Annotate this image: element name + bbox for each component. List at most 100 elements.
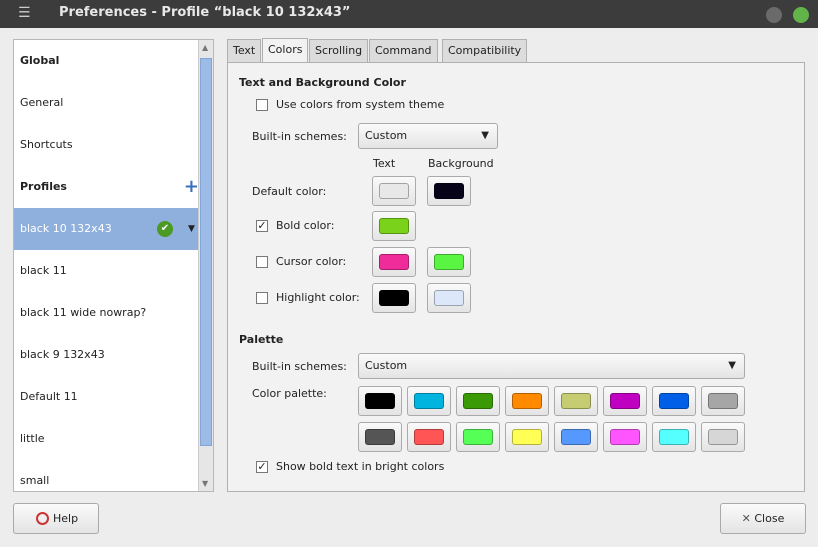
sidebar-item-label: black 10 132x43 <box>20 222 112 235</box>
add-profile-icon[interactable]: + <box>184 166 199 208</box>
sidebar-item[interactable]: small <box>14 460 199 502</box>
checkbox-label: Use colors from system theme <box>276 98 445 111</box>
scroll-down-icon[interactable]: ▼ <box>202 479 208 488</box>
select-value: Custom <box>365 359 408 372</box>
color-swatch <box>463 429 493 445</box>
color-swatch <box>512 393 542 409</box>
maximize-button[interactable] <box>793 7 809 23</box>
profile-menu-arrow-icon[interactable]: ▼ <box>188 208 195 250</box>
sidebar-item-label: small <box>20 474 50 487</box>
scrollbar-thumb[interactable] <box>200 58 212 446</box>
color-swatch <box>379 290 409 306</box>
label: Built-in schemes: <box>252 360 347 373</box>
cursor-color-checkbox[interactable] <box>256 256 268 268</box>
palette-color-button[interactable] <box>456 386 500 416</box>
tab-colors[interactable]: Colors <box>262 38 309 63</box>
bold-color-checkbox[interactable]: ✓ <box>256 220 268 232</box>
help-button[interactable]: Help <box>13 503 99 534</box>
dropdown-arrow-icon: ▼ <box>728 360 736 371</box>
minimize-button[interactable] <box>766 7 782 23</box>
sidebar-item-label: black 9 132x43 <box>20 348 105 361</box>
color-swatch <box>561 393 591 409</box>
tab-compatibility[interactable]: Compatibility <box>442 39 528 63</box>
sidebar-section-0: Global <box>14 40 199 82</box>
label: Color palette: <box>252 387 327 400</box>
color-swatch <box>379 218 409 234</box>
palette-color-button[interactable] <box>554 422 598 452</box>
sidebar-item[interactable]: Shortcuts <box>14 124 199 166</box>
color-swatch <box>561 429 591 445</box>
tab-scrolling[interactable]: Scrolling <box>309 39 369 63</box>
sidebar-item-label: Shortcuts <box>20 138 73 151</box>
tab-text[interactable]: Text <box>227 39 262 63</box>
bright-bold-checkbox[interactable]: ✓ <box>256 461 268 473</box>
sidebar-item-label: General <box>20 96 64 109</box>
palette-color-button[interactable] <box>407 422 451 452</box>
palette-color-button[interactable] <box>554 386 598 416</box>
palette-color-button[interactable] <box>603 386 647 416</box>
preferences-sidebar: Global General Shortcuts Profiles + black 10 … <box>13 39 214 492</box>
close-button[interactable]: ✕ Close <box>720 503 806 534</box>
tab-command[interactable]: Command <box>369 39 438 63</box>
palette-color-button[interactable] <box>358 386 402 416</box>
section-heading: Palette <box>239 333 284 346</box>
window-title: Preferences - Profile “black 10 132x43” <box>59 5 351 20</box>
cursor-bg-color-button[interactable] <box>427 247 471 277</box>
scroll-up-icon[interactable]: ▲ <box>202 43 208 52</box>
hamburger-menu-icon[interactable]: ☰ <box>18 5 31 21</box>
sidebar-item-label: Default 11 <box>20 390 78 403</box>
sidebar-item-label: black 11 wide nowrap? <box>20 306 147 319</box>
palette-color-button[interactable] <box>407 386 451 416</box>
use-system-colors-checkbox[interactable] <box>256 99 268 111</box>
highlight-bg-color-button[interactable] <box>427 283 471 313</box>
label: Highlight color: <box>276 291 360 304</box>
color-swatch <box>365 393 395 409</box>
palette-color-button[interactable] <box>603 422 647 452</box>
default-bg-color-button[interactable] <box>427 176 471 206</box>
close-icon: ✕ <box>741 512 751 525</box>
highlight-color-checkbox[interactable] <box>256 292 268 304</box>
sidebar-item-label: little <box>20 432 45 445</box>
sidebar-section-3: Profiles + <box>14 166 199 208</box>
palette-color-button[interactable] <box>701 422 745 452</box>
highlight-text-color-button[interactable] <box>372 283 416 313</box>
palette-color-button[interactable] <box>701 386 745 416</box>
bold-color-button[interactable] <box>372 211 416 241</box>
colors-tab-page: Text and Background Color Use colors fro… <box>227 62 805 492</box>
sidebar-scrollbar[interactable]: ▲ ▼ <box>198 40 213 491</box>
color-swatch <box>708 429 738 445</box>
column-header: Background <box>428 157 494 170</box>
color-swatch <box>414 393 444 409</box>
color-swatch <box>610 393 640 409</box>
color-swatch <box>379 254 409 270</box>
sidebar-item-label: Global <box>20 54 60 67</box>
palette-color-button[interactable] <box>358 422 402 452</box>
color-swatch <box>659 393 689 409</box>
palette-color-button[interactable] <box>505 386 549 416</box>
palette-color-button[interactable] <box>652 422 696 452</box>
label: Bold color: <box>276 219 335 232</box>
sidebar-item-label: Profiles <box>20 180 67 193</box>
sidebar-item[interactable]: little <box>14 418 199 460</box>
color-swatch <box>434 183 464 199</box>
sidebar-item[interactable]: black 11 <box>14 250 199 292</box>
color-swatch <box>434 254 464 270</box>
color-swatch <box>365 429 395 445</box>
select-value: Custom <box>365 129 408 142</box>
label: Built-in schemes: <box>252 130 347 143</box>
default-profile-check-icon: ✔ <box>157 221 173 237</box>
palette-color-button[interactable] <box>652 386 696 416</box>
help-label: Help <box>53 512 79 525</box>
sidebar-item[interactable]: Default 11 <box>14 376 199 418</box>
sidebar-item[interactable]: black 10 132x43 ✔ ▼ <box>14 208 199 250</box>
palette-color-button[interactable] <box>456 422 500 452</box>
cursor-text-color-button[interactable] <box>372 247 416 277</box>
color-swatch <box>512 429 542 445</box>
palette-schemes-select[interactable]: Custom ▼ <box>358 353 745 379</box>
sidebar-item[interactable]: black 9 132x43 <box>14 334 199 376</box>
default-text-color-button[interactable] <box>372 176 416 206</box>
palette-color-button[interactable] <box>505 422 549 452</box>
sidebar-item[interactable]: black 11 wide nowrap? <box>14 292 199 334</box>
sidebar-item[interactable]: General <box>14 82 199 124</box>
builtin-schemes-select[interactable]: Custom ▼ <box>358 123 498 149</box>
